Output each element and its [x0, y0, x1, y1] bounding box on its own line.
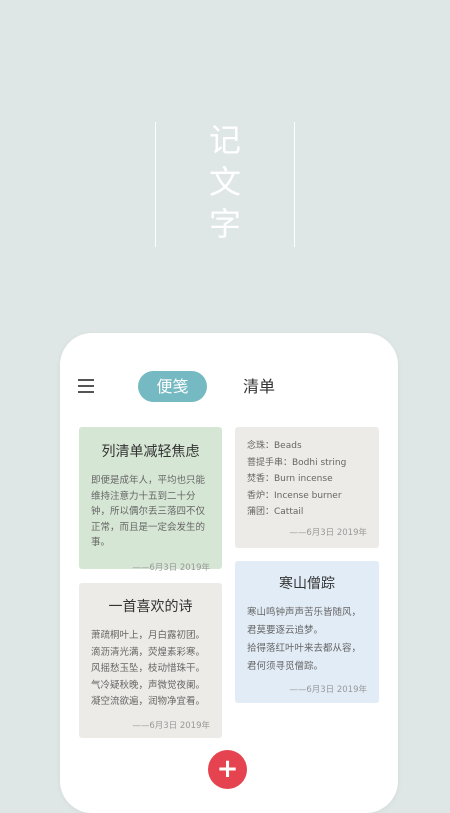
note-line: 香炉：Incense burner — [247, 490, 342, 501]
note-line: 焚香：Burn incense — [247, 474, 333, 484]
note-line: 拾得落红叶叶来去都从容， — [247, 643, 362, 654]
note-date: ——6月3日 2019年 — [289, 685, 367, 695]
note-card-favorite-poem[interactable]: 一首喜欢的诗 萧疏桐叶上，月白露初团。 滴沥清光满，荧煌素彩寒。 风摇愁玉坠，枝… — [79, 583, 222, 738]
plus-icon: + — [216, 754, 239, 784]
notes-panel: 便笺 清单 列清单减轻焦虑 即便是成年人，平均也只能维持注意力十五到二十分钟，所… — [60, 333, 398, 813]
note-line: 君莫要逐云追梦。 — [247, 625, 324, 636]
note-line: 气冷疑秋晚，声微觉夜阑。 — [91, 679, 206, 691]
app-title: 记 文 字 — [155, 122, 295, 242]
note-line: 菩提手串：Bodhi string — [247, 457, 347, 468]
note-line: 君何须寻觅僧踪。 — [247, 661, 324, 672]
menu-icon-bar — [78, 379, 94, 381]
tab-list[interactable]: 清单 — [243, 371, 275, 402]
note-title: 一首喜欢的诗 — [108, 599, 193, 615]
note-card-hanshan[interactable]: 寒山僧踪 寒山鸣钟声声苦乐皆随风， 君莫要逐云追梦。 拾得落红叶叶来去都从容， … — [235, 561, 379, 703]
add-note-button[interactable]: + — [208, 750, 247, 789]
tab-notes[interactable]: 便笺 — [138, 371, 207, 402]
note-card-vocabulary[interactable]: 念珠：Beads 菩提手串：Bodhi string 焚香：Burn incen… — [235, 427, 379, 548]
app-title-char: 文 — [208, 163, 241, 201]
hero-title-block: 记 文 字 — [155, 122, 295, 247]
note-card-reduce-anxiety[interactable]: 列清单减轻焦虑 即便是成年人，平均也只能维持注意力十五到二十分钟，所以偶尔丢三落… — [79, 427, 222, 573]
app-title-char: 字 — [208, 205, 241, 243]
menu-icon-bar — [78, 385, 94, 387]
note-title: 寒山僧踪 — [279, 576, 335, 592]
note-date: ——6月3日 2019年 — [289, 527, 367, 538]
note-line: 滴沥清光满，荧煌素彩寒。 — [91, 646, 206, 658]
menu-icon-bar — [78, 391, 94, 393]
note-line: 蒲团：Cattail — [247, 507, 304, 517]
note-line: 萧疏桐叶上，月白露初团。 — [91, 630, 206, 641]
app-title-char: 记 — [208, 121, 241, 159]
menu-icon[interactable] — [78, 377, 96, 393]
note-date: ——6月3日 2019年 — [132, 562, 210, 573]
note-line: 念珠：Beads — [247, 441, 302, 451]
note-body: 即便是成年人，平均也只能维持注意力十五到二十分钟，所以偶尔丢三落四不仅正常，而且… — [91, 475, 206, 548]
note-date: ——6月3日 2019年 — [132, 720, 210, 731]
note-line: 风摇愁玉坠，枝动惜珠干。 — [91, 663, 206, 674]
note-line: 凝空流欲遍，润物净宜看。 — [91, 696, 206, 707]
note-line: 寒山鸣钟声声苦乐皆随风， — [247, 607, 362, 618]
note-title: 列清单减轻焦虑 — [101, 444, 200, 460]
